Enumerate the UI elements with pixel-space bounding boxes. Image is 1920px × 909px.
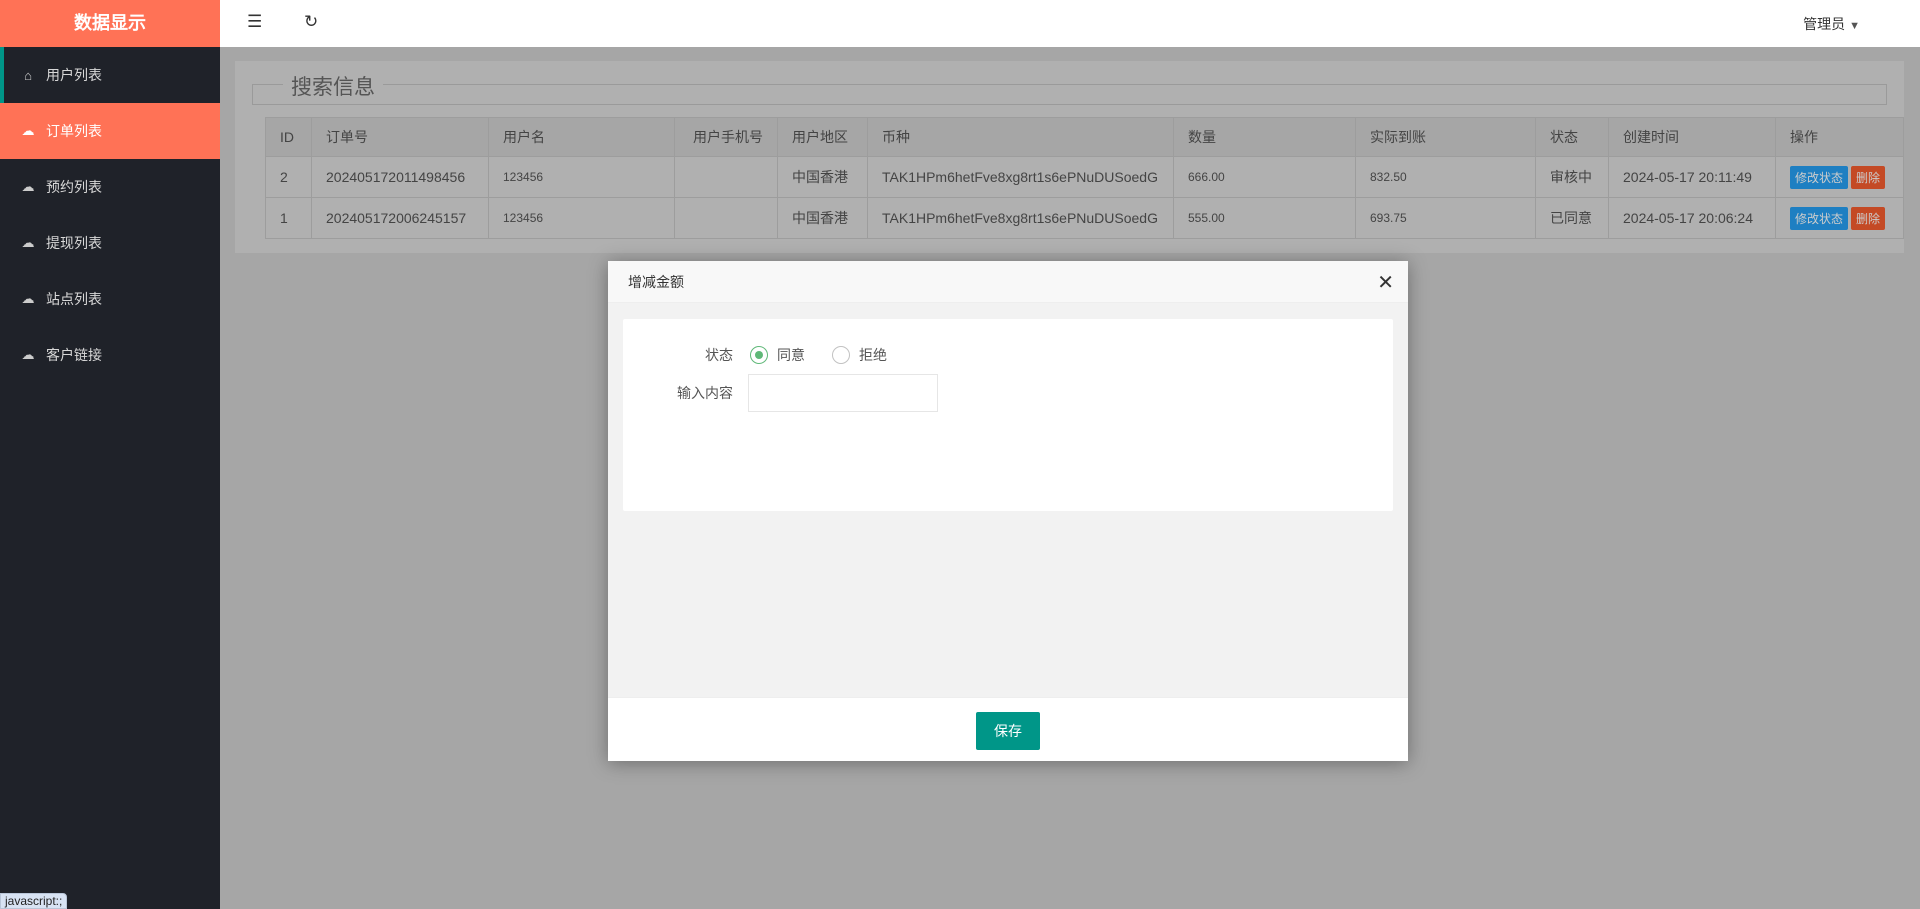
close-icon[interactable]: ✕ [1377, 270, 1394, 295]
col-header: 状态 [1535, 117, 1609, 157]
cell-username: 123456 [488, 156, 675, 198]
cell-region: 中国香港 [777, 156, 868, 198]
delete-button[interactable]: 删除 [1851, 165, 1886, 189]
cell-currency: TAK1HPm6hetFve8xg8rt1s6ePNuDUSoedG [867, 197, 1174, 239]
user-menu[interactable]: 管理员 ▼ [1803, 14, 1860, 34]
menu-collapse-icon[interactable]: ☰ [247, 12, 262, 32]
dialog-title: 增减金额 [608, 261, 1408, 303]
status-label-wrap: 状态 [623, 345, 733, 365]
content-input[interactable] [748, 374, 938, 412]
cell-phone [674, 156, 778, 198]
cloud-upload-icon: ☁ [21, 235, 35, 250]
search-legend: 搜索信息 [283, 71, 383, 101]
cell-actual: 693.75 [1355, 197, 1536, 239]
sidebar-item-label: 提现列表 [46, 235, 102, 251]
input-label: 输入内容 [677, 385, 733, 401]
sidebar-item-sites[interactable]: ☁ 站点列表 [0, 271, 220, 327]
edit-status-button[interactable]: 修改状态 [1790, 165, 1849, 189]
input-label-wrap: 输入内容 [623, 383, 733, 403]
col-header: 订单号 [311, 117, 489, 157]
col-header: 用户手机号 [674, 117, 778, 157]
cloud-upload-icon: ☁ [21, 179, 35, 194]
topbar: ☰ ↻ 管理员 ▼ [220, 0, 1920, 47]
cell-amount: 666.00 [1173, 156, 1356, 198]
cell-actions: 修改状态 删除 [1775, 156, 1904, 198]
adjust-amount-dialog: 增减金额 ✕ 状态 同意 拒绝 输入内容 保存 [608, 261, 1408, 761]
cell-actions: 修改状态 删除 [1775, 197, 1904, 239]
radio-label: 拒绝 [859, 347, 887, 363]
col-header: 创建时间 [1608, 117, 1776, 157]
cloud-upload-icon: ☁ [21, 291, 35, 306]
col-header: 操作 [1775, 117, 1904, 157]
cell-created: 2024-05-17 20:06:24 [1608, 197, 1776, 239]
col-header: 数量 [1173, 117, 1356, 157]
sidebar-item-customer-links[interactable]: ☁ 客户链接 [0, 327, 220, 383]
cell-phone [674, 197, 778, 239]
table-header-row: ID 订单号 用户名 用户手机号 用户地区 币种 数量 实际到账 状态 创建时间… [265, 117, 1904, 157]
save-button[interactable]: 保存 [976, 712, 1040, 750]
sidebar-item-label: 订单列表 [46, 123, 102, 139]
sidebar-item-label: 客户链接 [46, 347, 102, 363]
sidebar-item-label: 用户列表 [46, 67, 102, 83]
cell-username: 123456 [488, 197, 675, 239]
table-row: 2 202405172011498456 123456 中国香港 TAK1HPm… [265, 156, 1904, 198]
radio-unchecked-icon [832, 346, 850, 364]
cell-amount: 555.00 [1173, 197, 1356, 239]
radio-checked-icon [750, 346, 768, 364]
edit-status-button[interactable]: 修改状态 [1790, 206, 1849, 230]
radio-label: 同意 [777, 347, 805, 363]
refresh-icon[interactable]: ↻ [304, 12, 318, 32]
dialog-footer: 保存 [608, 697, 1408, 761]
sidebar-item-label: 预约列表 [46, 179, 102, 195]
col-header: 用户名 [488, 117, 675, 157]
caret-down-icon: ▼ [1849, 20, 1860, 32]
cell-actual: 832.50 [1355, 156, 1536, 198]
list-card: 搜索信息 ID 订单号 用户名 用户手机号 用户地区 币种 数量 实际到账 状态… [235, 61, 1904, 253]
cell-id: 2 [265, 156, 312, 198]
cell-order-no: 202405172006245157 [311, 197, 489, 239]
col-header: ID [265, 117, 312, 157]
sidebar-item-users[interactable]: ⌂ 用户列表 [0, 47, 220, 103]
sidebar-item-label: 站点列表 [46, 291, 102, 307]
sidebar: 数据显示 ⌂ 用户列表 ☁ 订单列表 ☁ 预约列表 ☁ 提现列表 ☁ 站点列表 ☁ 客户链接 [0, 0, 220, 909]
radio-agree[interactable]: 同意 [750, 345, 805, 365]
home-icon: ⌂ [24, 67, 32, 83]
sidebar-item-withdrawals[interactable]: ☁ 提现列表 [0, 215, 220, 271]
cell-status: 审核中 [1535, 156, 1609, 198]
delete-button[interactable]: 删除 [1851, 206, 1886, 230]
search-fieldset-bottom [252, 84, 1887, 105]
cloud-upload-icon: ☁ [21, 123, 35, 138]
browser-status-bar: javascript:; [0, 893, 68, 909]
cell-region: 中国香港 [777, 197, 868, 239]
cell-status: 已同意 [1535, 197, 1609, 239]
sidebar-item-reservations[interactable]: ☁ 预约列表 [0, 159, 220, 215]
logo: 数据显示 [0, 0, 220, 47]
status-label: 状态 [705, 347, 733, 363]
cell-order-no: 202405172011498456 [311, 156, 489, 198]
sidebar-item-orders[interactable]: ☁ 订单列表 [0, 103, 220, 159]
dialog-form: 状态 同意 拒绝 输入内容 [623, 319, 1393, 511]
orders-table: ID 订单号 用户名 用户手机号 用户地区 币种 数量 实际到账 状态 创建时间… [265, 117, 1904, 239]
table-row: 1 202405172006245157 123456 中国香港 TAK1HPm… [265, 197, 1904, 239]
cell-created: 2024-05-17 20:11:49 [1608, 156, 1776, 198]
radio-reject[interactable]: 拒绝 [832, 345, 887, 365]
col-header: 实际到账 [1355, 117, 1536, 157]
cloud-upload-icon: ☁ [21, 347, 35, 362]
user-name: 管理员 [1803, 16, 1846, 32]
cell-id: 1 [265, 197, 312, 239]
col-header: 币种 [867, 117, 1174, 157]
col-header: 用户地区 [777, 117, 868, 157]
cell-currency: TAK1HPm6hetFve8xg8rt1s6ePNuDUSoedG [867, 156, 1174, 198]
